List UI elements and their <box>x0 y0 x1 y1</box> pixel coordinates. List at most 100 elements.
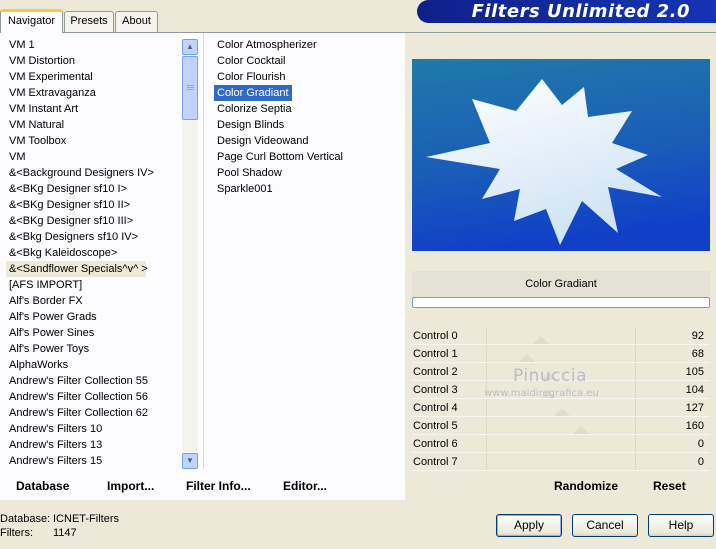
control-label: Control 7 <box>413 456 458 468</box>
control-value: 105 <box>685 366 704 378</box>
category-item[interactable]: &<BKg Designer sf10 III> <box>6 213 176 229</box>
filter-item[interactable]: Sparkle001 <box>214 181 399 197</box>
category-item[interactable]: Andrew's Filters 13 <box>6 437 176 453</box>
help-button[interactable]: Help <box>648 514 714 537</box>
scroll-thumb[interactable] <box>182 56 198 120</box>
filter-item[interactable]: Color Flourish <box>214 69 399 85</box>
control-value: 104 <box>685 384 704 396</box>
category-item[interactable]: Andrew's Filters 15 <box>6 453 176 469</box>
category-item[interactable]: &<BKg Designer sf10 I> <box>6 181 176 197</box>
filter-title: Color Gradiant <box>412 271 710 297</box>
watermark-name: Pinuccia <box>513 366 587 386</box>
status-database-label: Database: <box>0 513 51 525</box>
category-item[interactable]: Alf's Power Sines <box>6 325 176 341</box>
tab-about[interactable]: About <box>115 11 158 32</box>
control-value: 160 <box>685 420 704 432</box>
app-banner: Filters Unlimited 2.0 <box>417 0 716 23</box>
control-slider[interactable] <box>486 453 636 470</box>
category-item[interactable]: Andrew's Filter Collection 56 <box>6 389 176 405</box>
control-value: 92 <box>691 330 704 342</box>
controls-panel: Control 0 92 Control 1 68 Control 2 105 Contro… <box>412 327 710 471</box>
filter-list[interactable]: Color Atmospherizer Color Cocktail Color F… <box>214 37 399 197</box>
category-item[interactable]: VM <box>6 149 176 165</box>
control-row[interactable]: Control 5 160 <box>412 417 710 435</box>
filter-item[interactable]: Color Atmospherizer <box>214 37 399 53</box>
control-slider[interactable] <box>486 417 636 434</box>
editor-button[interactable]: Editor... <box>283 479 327 493</box>
filter-item[interactable]: Page Curl Bottom Vertical <box>214 149 399 165</box>
control-row[interactable]: Control 6 0 <box>412 435 710 453</box>
category-item[interactable]: VM 1 <box>6 37 176 53</box>
slider-knob[interactable] <box>573 426 590 434</box>
control-label: Control 6 <box>413 438 458 450</box>
category-item[interactable]: Andrew's Filters 10 <box>6 421 176 437</box>
control-row[interactable]: Control 7 0 <box>412 453 710 471</box>
category-item[interactable]: [AFS IMPORT] <box>6 277 176 293</box>
control-label: Control 1 <box>413 348 458 360</box>
filter-item[interactable]: Colorize Septia <box>214 101 399 117</box>
control-row[interactable]: Control 1 68 <box>412 345 710 363</box>
scroll-down-button[interactable]: ▼ <box>182 453 198 469</box>
status-filters-label: Filters: <box>0 527 33 539</box>
category-item[interactable]: &<BKg Designer sf10 II> <box>6 197 176 213</box>
control-slider[interactable] <box>486 399 636 416</box>
tab-presets[interactable]: Presets <box>64 11 114 32</box>
control-label: Control 3 <box>413 384 458 396</box>
preview-image <box>412 59 710 251</box>
cancel-button[interactable]: Cancel <box>572 514 638 537</box>
category-item[interactable]: Alf's Border FX <box>6 293 176 309</box>
filter-item[interactable]: Pool Shadow <box>214 165 399 181</box>
category-item[interactable]: Andrew's Filter Collection 62 <box>6 405 176 421</box>
category-item[interactable]: &<Bkg Designers sf10 IV> <box>6 229 176 245</box>
database-button[interactable]: Database <box>16 479 69 493</box>
control-slider[interactable] <box>486 345 636 362</box>
control-slider[interactable] <box>486 327 636 344</box>
category-item[interactable]: &<Bkg Kaleidoscope> <box>6 245 176 261</box>
filter-item[interactable]: Color Gradiant <box>214 85 399 101</box>
reset-button[interactable]: Reset <box>653 479 686 493</box>
category-item[interactable]: VM Natural <box>6 117 176 133</box>
category-item[interactable]: Alf's Power Grads <box>6 309 176 325</box>
watermark-url: www.maidiregrafica.eu <box>484 388 599 399</box>
navigator-panel: VM 1 VM Distortion VM Experimental VM Extra… <box>0 32 716 501</box>
slider-knob[interactable] <box>533 336 550 344</box>
import-button[interactable]: Import... <box>107 479 154 493</box>
control-label: Control 4 <box>413 402 458 414</box>
status-info: Database: ICNET-Filters Filters: 1147 <box>0 512 119 540</box>
category-item[interactable]: VM Instant Art <box>6 101 176 117</box>
control-value: 0 <box>697 456 704 468</box>
category-item[interactable]: &<Background Designers IV> <box>6 165 176 181</box>
filter-info-button[interactable]: Filter Info... <box>186 479 251 493</box>
selected-filter-label[interactable]: Color Gradiant <box>214 85 292 101</box>
apply-button[interactable]: Apply <box>496 514 562 537</box>
control-label: Control 0 <box>413 330 458 342</box>
category-item[interactable]: AlphaWorks <box>6 357 176 373</box>
control-value: 68 <box>691 348 704 360</box>
filter-item[interactable]: Color Cocktail <box>214 53 399 69</box>
category-item[interactable]: VM Toolbox <box>6 133 176 149</box>
category-item[interactable]: VM Experimental <box>6 69 176 85</box>
category-item[interactable]: VM Distortion <box>6 53 176 69</box>
control-label: Control 5 <box>413 420 458 432</box>
control-slider[interactable] <box>486 435 636 452</box>
randomize-button[interactable]: Randomize <box>554 479 618 493</box>
category-item[interactable]: VM Extravaganza <box>6 85 176 101</box>
category-scrollbar[interactable]: ▲ ▼ <box>182 39 198 469</box>
category-item[interactable]: Alf's Power Toys <box>6 341 176 357</box>
control-label: Control 2 <box>413 366 458 378</box>
filter-item[interactable]: Design Videowand <box>214 133 399 149</box>
list-divider <box>203 33 204 469</box>
slider-knob[interactable] <box>519 354 535 362</box>
control-row[interactable]: Control 0 92 <box>412 327 710 345</box>
scroll-up-button[interactable]: ▲ <box>182 39 198 55</box>
category-item[interactable]: &<Sandflower Specials^v^ > <box>6 261 148 277</box>
control-row[interactable]: Control 4 127 <box>412 399 710 417</box>
category-list[interactable]: VM 1 VM Distortion VM Experimental VM Extra… <box>6 37 176 469</box>
tab-navigator[interactable]: Navigator <box>0 9 63 33</box>
category-item[interactable]: Andrew's Filter Collection 55 <box>6 373 176 389</box>
slider-knob[interactable] <box>553 408 570 416</box>
status-filters-value: 1147 <box>53 527 77 539</box>
filter-item[interactable]: Design Blinds <box>214 117 399 133</box>
status-database-value: ICNET-Filters <box>53 513 119 525</box>
preview-area: Color Gradiant Control 0 92 Control 1 68 Con… <box>405 33 716 501</box>
